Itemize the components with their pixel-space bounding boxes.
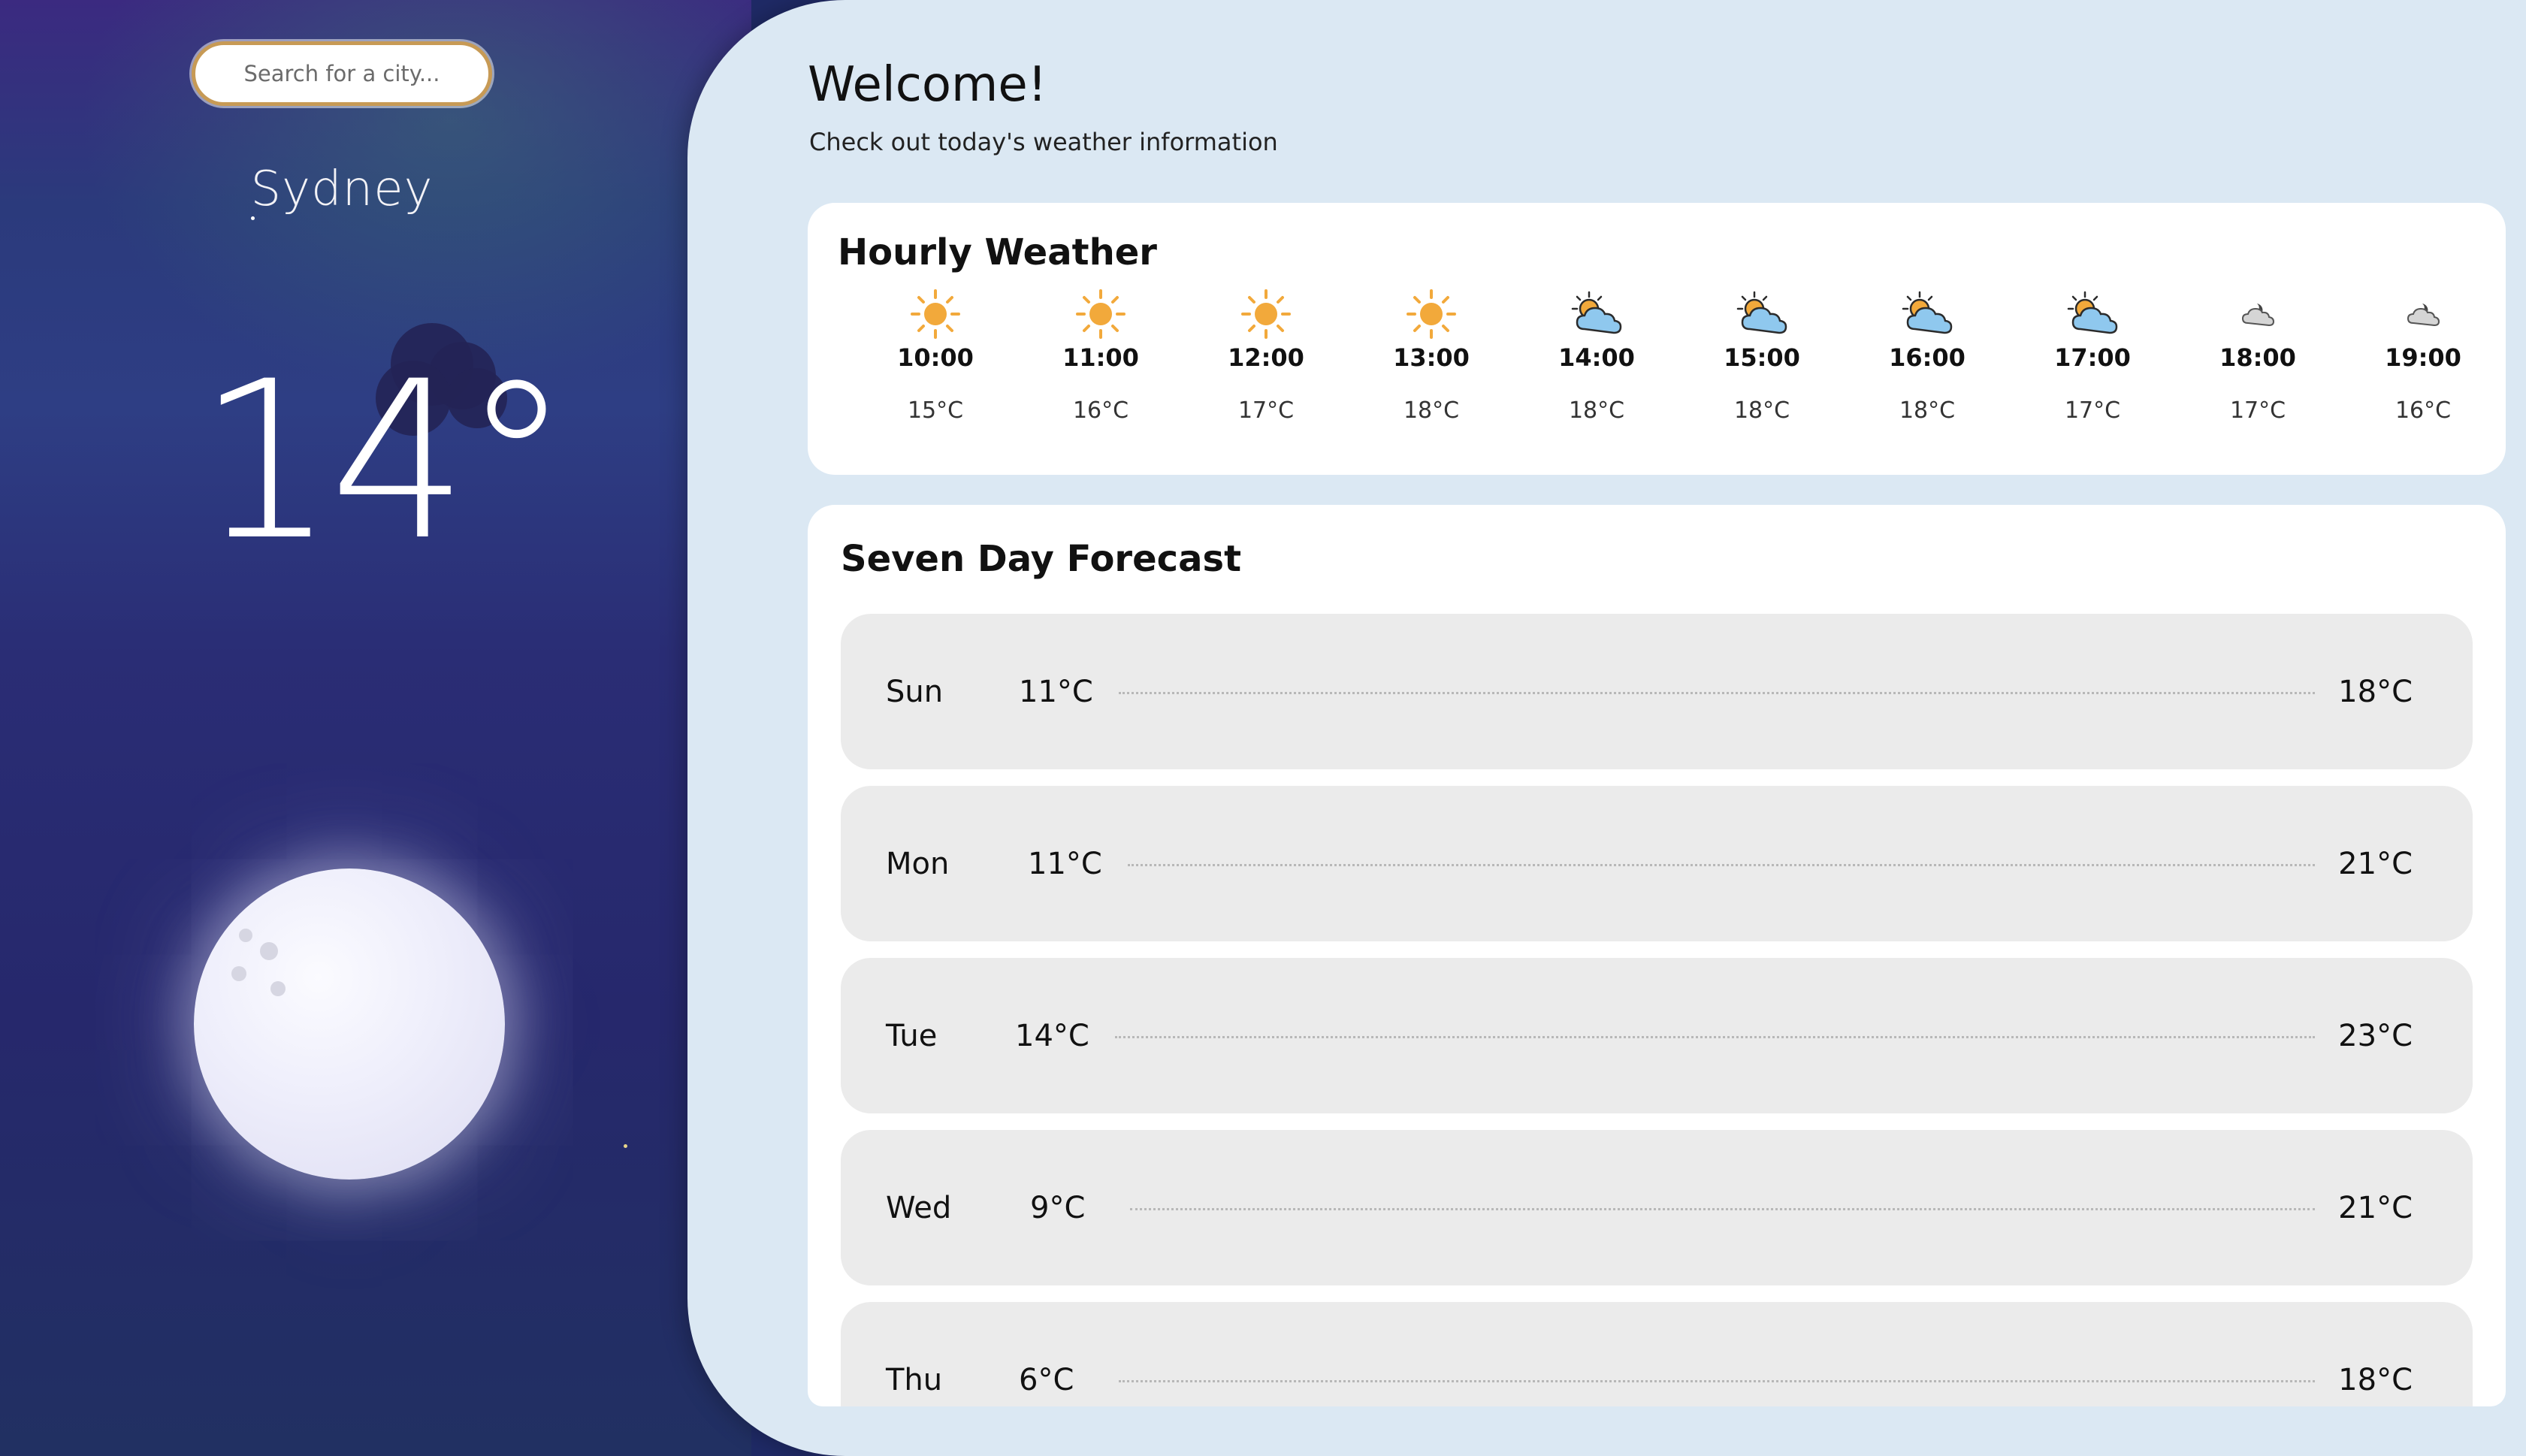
hour-temp: 16°C [2395, 397, 2452, 424]
forecast-low: 6°C [1019, 1362, 1074, 1397]
search-input[interactable] [195, 45, 488, 102]
hour-temp: 16°C [1072, 397, 1129, 424]
partly-cloudy-icon [1679, 285, 1845, 342]
hour-item: 16:00 18°C [1845, 285, 2010, 424]
forecast-day: Sun [886, 674, 944, 709]
temp-range-line [1115, 1035, 2315, 1038]
hourly-weather-card: Hourly Weather 10:00 15°C 11:00 16°C 12:… [808, 203, 2506, 475]
temp-range-line [1130, 1207, 2315, 1210]
forecast-day: Thu [886, 1362, 943, 1397]
partly-cloudy-icon [2010, 285, 2175, 342]
seven-day-forecast-card: Seven Day Forecast Sun 11°C 18°C Mon 11°… [808, 505, 2506, 1406]
hour-item: 17:00 17°C [2010, 285, 2175, 424]
temp-range-line [1128, 863, 2315, 866]
hour-item: 13:00 18°C [1349, 285, 1514, 424]
main-panel: Welcome! Check out today's weather infor… [687, 0, 2526, 1456]
moon-icon [194, 868, 505, 1180]
hour-time: 17:00 [2054, 343, 2131, 372]
forecast-day: Wed [886, 1190, 952, 1225]
hour-item: 15:00 18°C [1679, 285, 1845, 424]
city-name: Sydney [250, 162, 434, 217]
forecast-high: 18°C [2338, 674, 2413, 709]
partly-cloudy-icon [1514, 285, 1679, 342]
star-icon [251, 216, 255, 220]
hour-temp: 18°C [1899, 397, 1956, 424]
temp-range-line [1119, 1379, 2315, 1382]
sun-icon [1018, 285, 1183, 342]
hour-item: 12:00 17°C [1183, 285, 1349, 424]
current-temperature: 14° [197, 335, 571, 588]
temp-range-line [1119, 691, 2315, 694]
hour-time: 13:00 [1393, 343, 1470, 372]
weather-app: Sydney 14° Welcome! Check out today's we… [0, 0, 2526, 1456]
forecast-row: Thu 6°C 18°C [841, 1302, 2473, 1406]
sun-icon [1183, 285, 1349, 342]
forecast-row: Sun 11°C 18°C [841, 614, 2473, 769]
forecast-low: 9°C [1030, 1190, 1086, 1225]
forecast-high: 18°C [2338, 1362, 2413, 1397]
star-icon [624, 1144, 627, 1148]
sun-icon [1349, 285, 1514, 342]
sun-icon [853, 285, 1018, 342]
hour-item: 11:00 16°C [1018, 285, 1183, 424]
forecast-high: 21°C [2338, 1190, 2413, 1225]
city-search[interactable] [192, 41, 492, 106]
hour-temp: 15°C [907, 397, 964, 424]
forecast-high: 21°C [2338, 846, 2413, 881]
hour-time: 10:00 [897, 343, 974, 372]
hour-time: 15:00 [1724, 343, 1800, 372]
forecast-low: 11°C [1019, 674, 1093, 709]
hour-time: 14:00 [1558, 343, 1635, 372]
hour-time: 18:00 [2219, 343, 2296, 372]
hour-temp: 17°C [2064, 397, 2121, 424]
night-sky-panel: Sydney 14° [0, 0, 751, 1456]
page-title: Welcome! [808, 57, 1047, 113]
forecast-day: Mon [886, 846, 950, 881]
partly-cloudy-icon [1845, 285, 2010, 342]
hour-time: 16:00 [1889, 343, 1966, 372]
hour-temp: 18°C [1403, 397, 1460, 424]
hour-time: 19:00 [2385, 343, 2461, 372]
hour-time: 12:00 [1228, 343, 1304, 372]
page-subtitle: Check out today's weather information [809, 128, 1278, 156]
forecast-row: Wed 9°C 21°C [841, 1130, 2473, 1285]
hour-temp: 17°C [1237, 397, 1295, 424]
forecast-list: Sun 11°C 18°C Mon 11°C 21°C Tue 14°C 23°… [841, 614, 2473, 1406]
forecast-title: Seven Day Forecast [841, 538, 1242, 580]
hour-item: 10:00 15°C [853, 285, 1018, 424]
hour-item: 18:00 17°C [2175, 285, 2340, 424]
hour-item: 19:00 16°C [2340, 285, 2506, 424]
hourly-list: 10:00 15°C 11:00 16°C 12:00 17°C 13:00 1… [853, 285, 2506, 424]
forecast-low: 11°C [1028, 846, 1102, 881]
forecast-low: 14°C [1015, 1018, 1089, 1053]
forecast-day: Tue [886, 1018, 938, 1053]
hour-time: 11:00 [1062, 343, 1139, 372]
forecast-row: Mon 11°C 21°C [841, 786, 2473, 941]
forecast-row: Tue 14°C 23°C [841, 958, 2473, 1113]
forecast-high: 23°C [2338, 1018, 2413, 1053]
hour-temp: 18°C [1733, 397, 1790, 424]
hour-temp: 18°C [1568, 397, 1625, 424]
hour-temp: 17°C [2229, 397, 2286, 424]
hourly-title: Hourly Weather [838, 231, 1157, 273]
cloudy-night-icon [2340, 285, 2506, 342]
cloudy-night-icon [2175, 285, 2340, 342]
hour-item: 14:00 18°C [1514, 285, 1679, 424]
